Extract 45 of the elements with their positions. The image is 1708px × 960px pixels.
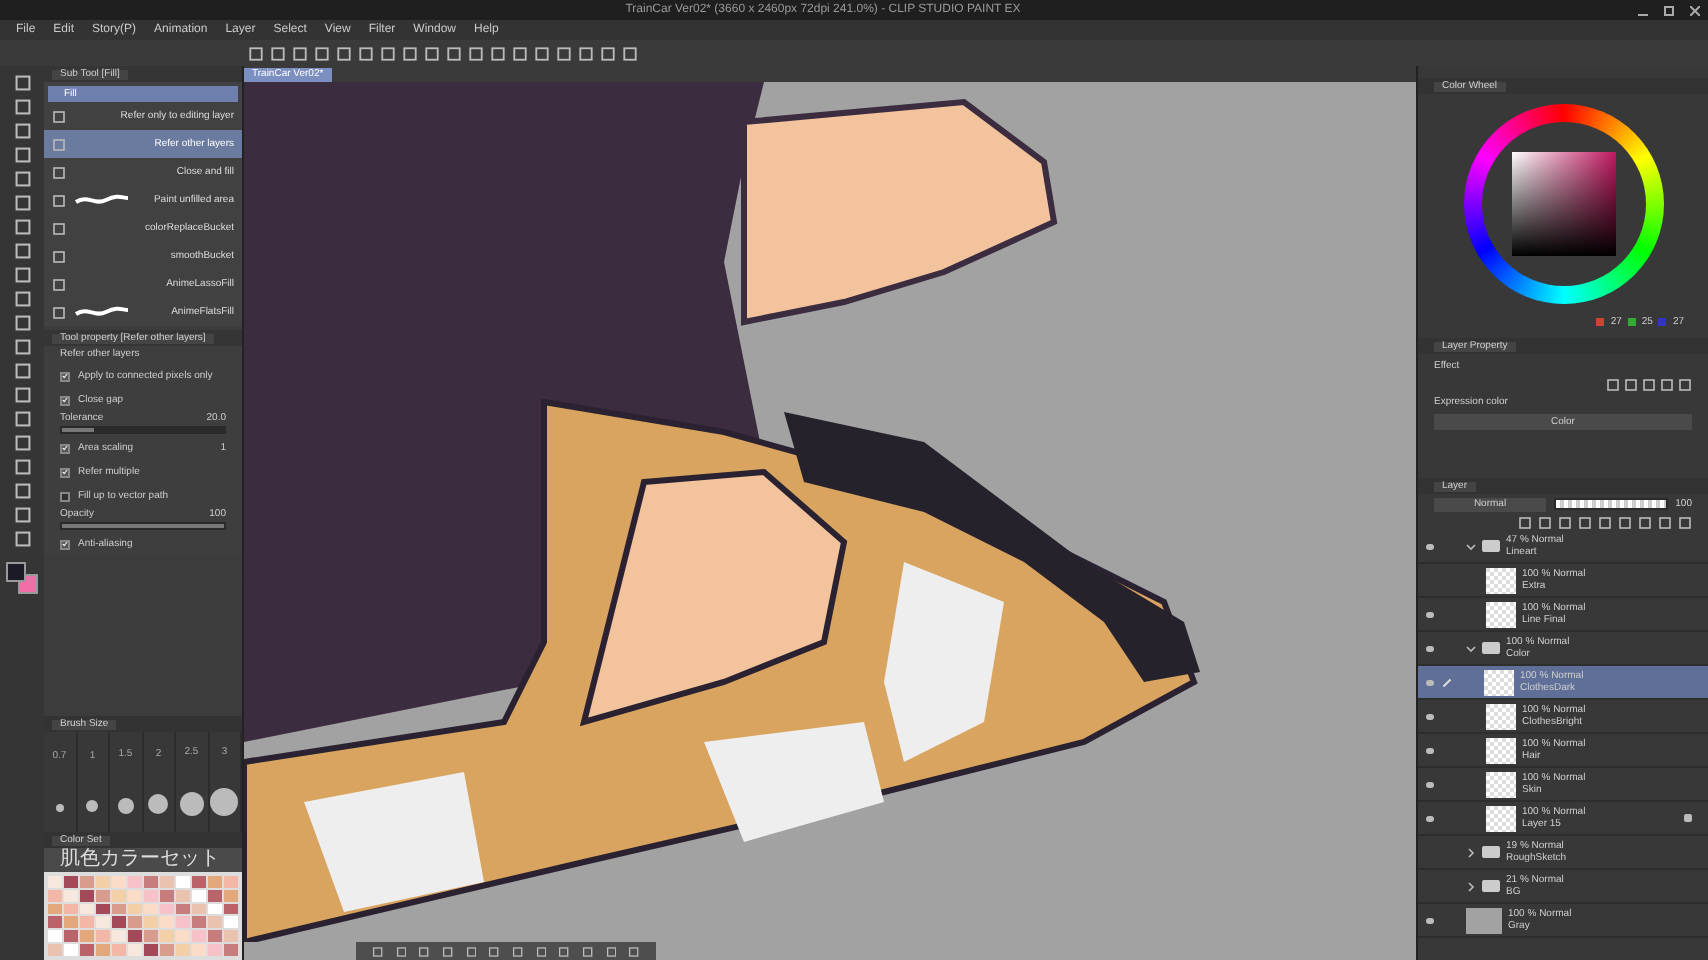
layer-thumbnail bbox=[1466, 907, 1502, 933]
eye-icon[interactable] bbox=[1425, 543, 1433, 549]
folder-icon bbox=[1482, 846, 1500, 858]
color-swatch-grid[interactable] bbox=[44, 872, 242, 960]
eye-icon[interactable] bbox=[1425, 917, 1433, 923]
maximize-icon[interactable] bbox=[1664, 5, 1674, 15]
checkbox[interactable] bbox=[60, 491, 70, 501]
checkbox[interactable] bbox=[60, 467, 70, 477]
pen-icon bbox=[1442, 677, 1452, 687]
channel-icon bbox=[1627, 318, 1636, 326]
stroke-preview bbox=[74, 304, 130, 320]
checkbox[interactable] bbox=[60, 539, 70, 549]
layer-thumbnail bbox=[1486, 601, 1516, 627]
eye-icon[interactable] bbox=[1425, 679, 1433, 685]
layer-thumbnail bbox=[1484, 669, 1514, 695]
eye-icon[interactable] bbox=[1425, 815, 1433, 821]
layer-thumbnail bbox=[1486, 703, 1516, 729]
eye-icon[interactable] bbox=[1425, 747, 1433, 753]
folder-icon bbox=[1482, 642, 1500, 654]
checkbox[interactable] bbox=[60, 371, 70, 381]
layer-thumbnail bbox=[1486, 737, 1516, 763]
saturation-square[interactable] bbox=[1511, 152, 1615, 256]
layer-thumbnail bbox=[1486, 805, 1516, 831]
close-icon[interactable] bbox=[1690, 5, 1700, 15]
checkbox[interactable] bbox=[60, 443, 70, 453]
checkbox[interactable] bbox=[60, 395, 70, 405]
channel-icon bbox=[1658, 318, 1667, 326]
chevron-right-icon[interactable] bbox=[1466, 847, 1476, 857]
main-color-swatch[interactable] bbox=[6, 562, 26, 582]
layer-thumbnail bbox=[1486, 771, 1516, 797]
layer-thumbnail bbox=[1486, 567, 1516, 593]
eye-icon[interactable] bbox=[1425, 713, 1433, 719]
eye-icon[interactable] bbox=[1425, 781, 1433, 787]
folder-icon bbox=[1482, 540, 1500, 552]
folder-icon bbox=[1482, 880, 1500, 892]
stroke-preview bbox=[74, 192, 130, 208]
eye-icon[interactable] bbox=[1425, 611, 1433, 617]
chevron-down-icon[interactable] bbox=[1466, 643, 1476, 653]
color-set-name[interactable]: 肌色カラーセット bbox=[44, 848, 242, 872]
chevron-right-icon[interactable] bbox=[1466, 881, 1476, 891]
minimize-icon[interactable] bbox=[1638, 13, 1648, 15]
lock-icon[interactable] bbox=[1684, 814, 1692, 822]
eye-icon[interactable] bbox=[1425, 645, 1433, 651]
channel-icon bbox=[1596, 318, 1605, 326]
chevron-down-icon[interactable] bbox=[1466, 541, 1476, 551]
